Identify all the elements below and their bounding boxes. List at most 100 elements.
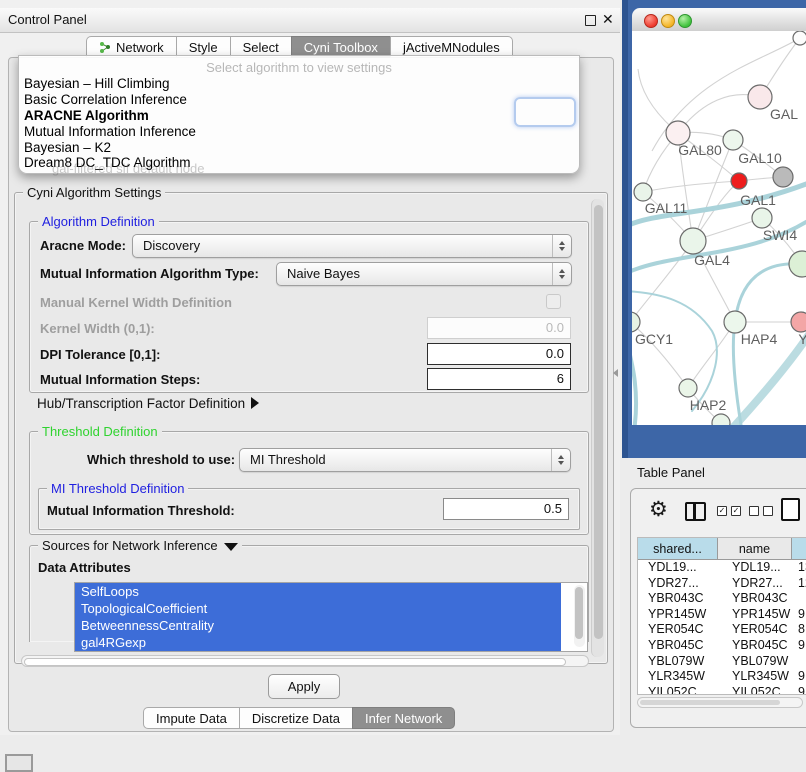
table-row[interactable]: YDL19...YDL19...13 xyxy=(638,560,806,576)
table-column-header[interactable]: A xyxy=(792,538,806,560)
data-attribute-item[interactable]: TopologicalCoefficient xyxy=(75,600,561,617)
data-attribute-item[interactable]: SelfLoops xyxy=(75,583,561,600)
which-threshold-value: MI Threshold xyxy=(250,452,326,467)
mi-threshold-field[interactable]: 0.5 xyxy=(443,498,569,520)
network-icon xyxy=(99,41,111,53)
table-column-header[interactable]: name xyxy=(718,538,792,560)
node-label: GAL xyxy=(770,106,798,122)
node-gal4[interactable] xyxy=(680,228,706,254)
close-icon[interactable]: ✕ xyxy=(602,11,614,28)
minimized-panel-icon[interactable] xyxy=(5,754,33,772)
kernel-width-label: Kernel Width (0,1): xyxy=(40,321,155,336)
table-cell: YIL052C xyxy=(638,685,718,695)
kernel-width-field[interactable]: 0.0 xyxy=(427,317,571,339)
mi-steps-field[interactable]: 6 xyxy=(427,368,571,390)
aracne-mode-combo[interactable]: Discovery xyxy=(132,234,572,258)
node-swi4[interactable] xyxy=(752,208,772,228)
table-panel-title: Table Panel xyxy=(637,465,705,480)
table-cell: YDR27... xyxy=(718,576,792,592)
tab-label: jActiveMNodules xyxy=(403,40,500,55)
node-y[interactable] xyxy=(791,312,806,332)
attr-list-scrollbar[interactable] xyxy=(574,585,585,647)
which-threshold-combo[interactable]: MI Threshold xyxy=(239,448,571,472)
tab-label: Select xyxy=(243,40,279,55)
zoom-traffic-light[interactable] xyxy=(678,14,692,28)
node-gal11[interactable] xyxy=(634,183,652,201)
hub-definition-toggle[interactable]: Hub/Transcription Factor Definition xyxy=(37,396,259,411)
table-row[interactable]: YLR345WYLR345W9. xyxy=(638,669,806,685)
deselect-all-columns-icon[interactable] xyxy=(749,506,773,516)
algorithm-option[interactable]: Bayesian – K2 xyxy=(21,140,577,156)
algorithm-option[interactable]: Mutual Information Inference xyxy=(21,124,577,140)
settings-scrollbar-thumb[interactable] xyxy=(594,205,603,639)
node-gal10[interactable] xyxy=(723,130,743,150)
table-cell: YPR145W xyxy=(638,607,718,623)
node-unlabeled[interactable] xyxy=(712,414,730,425)
control-panel-titlebar: Control Panel ✕ xyxy=(0,8,620,33)
export-table-icon[interactable] xyxy=(781,498,800,521)
network-canvas[interactable]: GALGAL80GAL10GAL1GAL11SWI4GAL4GCY1HAP4YH… xyxy=(632,31,806,425)
table-hscrollbar[interactable] xyxy=(637,697,803,708)
table-hscrollbar-thumb[interactable] xyxy=(640,700,780,705)
table-cell: 12 xyxy=(792,576,806,592)
attr-list-scrollbar-thumb[interactable] xyxy=(575,587,583,639)
table-row[interactable]: YBR045CYBR045C9. xyxy=(638,638,806,654)
table-cell: 13 xyxy=(792,560,806,576)
tab-impute-data[interactable]: Impute Data xyxy=(143,707,239,729)
table-cell: 9. xyxy=(792,638,806,654)
algorithm-option[interactable]: ARACNE Algorithm xyxy=(21,108,577,124)
columns-icon[interactable] xyxy=(685,502,706,521)
data-attributes-label: Data Attributes xyxy=(38,560,131,575)
table-row[interactable]: YPR145WYPR145W9. xyxy=(638,607,806,623)
dpi-tolerance-field[interactable]: 0.0 xyxy=(427,343,571,365)
node-hap4[interactable] xyxy=(724,311,746,333)
aracne-mode-value: Discovery xyxy=(143,238,200,253)
data-attribute-item[interactable]: gal4RGexp xyxy=(75,634,561,651)
node-label: HAP2 xyxy=(690,397,727,413)
node-unlabeled[interactable] xyxy=(789,251,806,277)
float-window-icon[interactable] xyxy=(585,15,596,26)
table-row[interactable]: YDR27...YDR27...12 xyxy=(638,576,806,592)
table-cell xyxy=(792,654,806,670)
sources-group-title[interactable]: Sources for Network Inference xyxy=(38,538,242,553)
mi-type-combo[interactable]: Naive Bayes xyxy=(276,262,572,286)
sources-title-text: Sources for Network Inference xyxy=(42,538,218,553)
algorithm-option[interactable]: Bayesian – Hill Climbing xyxy=(21,76,577,92)
close-traffic-light[interactable] xyxy=(644,14,658,28)
settings-hscrollbar[interactable] xyxy=(21,655,589,667)
checked-box-icon: ✓ xyxy=(717,506,727,516)
node-label: Y xyxy=(798,331,806,347)
node-label: GAL1 xyxy=(740,192,776,208)
algorithm-option[interactable]: Basic Correlation Inference xyxy=(21,92,577,108)
apply-button[interactable]: Apply xyxy=(268,674,340,699)
node-unlabeled[interactable] xyxy=(793,31,806,45)
cyni-bottom-tabs: Impute DataDiscretize DataInfer Network xyxy=(143,707,455,729)
minimize-traffic-light[interactable] xyxy=(661,14,675,28)
table-row[interactable]: YIL052CYIL052C9 xyxy=(638,685,806,695)
table-cell: YPR145W xyxy=(718,607,792,623)
node-gal1[interactable] xyxy=(731,173,747,189)
table-cell: YBR045C xyxy=(718,638,792,654)
table-cell: YLR345W xyxy=(638,669,718,685)
select-all-columns-icon[interactable]: ✓ ✓ xyxy=(717,506,741,516)
table-row[interactable]: YBL079WYBL079W xyxy=(638,654,806,670)
data-attribute-item[interactable]: BetweennessCentrality xyxy=(75,617,561,634)
table-row[interactable]: YER054CYER054C8. xyxy=(638,622,806,638)
node-gal[interactable] xyxy=(748,85,772,109)
manual-kernel-checkbox[interactable] xyxy=(546,294,561,309)
settings-scrollbar[interactable] xyxy=(591,199,604,657)
table-column-header[interactable]: shared... xyxy=(638,538,718,560)
network-window-titlebar[interactable] xyxy=(632,8,806,32)
node-label: GAL4 xyxy=(694,252,730,268)
gear-icon[interactable]: ⚙ xyxy=(649,497,668,522)
node-gcy1[interactable] xyxy=(632,312,640,332)
node-unlabeled[interactable] xyxy=(773,167,793,187)
table-row[interactable]: YBR043CYBR043C xyxy=(638,591,806,607)
settings-hscrollbar-thumb[interactable] xyxy=(24,658,566,666)
data-attributes-list: SelfLoopsTopologicalCoefficientBetweenne… xyxy=(74,582,588,652)
tab-infer-network[interactable]: Infer Network xyxy=(352,707,455,729)
network-view-window: GALGAL80GAL10GAL1GAL11SWI4GAL4GCY1HAP4YH… xyxy=(632,8,806,425)
node-hap2[interactable] xyxy=(679,379,697,397)
splitpane-collapse-handle[interactable] xyxy=(613,369,618,377)
tab-discretize-data[interactable]: Discretize Data xyxy=(239,707,352,729)
